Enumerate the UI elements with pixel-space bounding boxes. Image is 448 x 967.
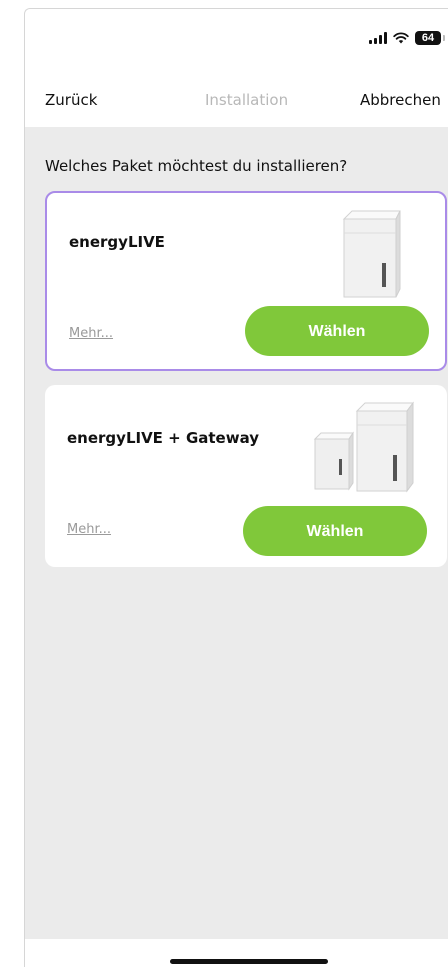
back-button[interactable]: Zurück [45,91,97,109]
package-title: energyLIVE + Gateway [67,429,260,447]
package-card-energylive-gateway[interactable]: energyLIVE + Gateway Mehr... Wählen [45,385,447,567]
home-indicator[interactable] [170,959,328,964]
page-title: Installation [205,91,289,109]
header: 64 Zurück Installation Abbrechen [25,9,448,127]
signal-icon [369,32,387,44]
navigation-bar: Zurück Installation Abbrechen [25,91,448,115]
more-link[interactable]: Mehr... [67,522,111,537]
package-card-energylive[interactable]: energyLIVE Mehr... Wählen [45,191,447,371]
wifi-icon [393,32,409,44]
question-heading: Welches Paket möchtest du installieren? [45,157,348,175]
more-link[interactable]: Mehr... [69,326,113,341]
cancel-button[interactable]: Abbrechen [360,91,441,109]
app-screen: 64 Zurück Installation Abbrechen Welches… [24,8,448,967]
energylive-device-image [342,210,401,298]
choose-button[interactable]: Wählen [245,306,429,356]
energylive-gateway-device-image [313,401,414,493]
package-title: energyLIVE [69,233,165,251]
status-bar: 64 [369,31,445,45]
choose-button[interactable]: Wählen [243,506,427,556]
battery-icon: 64 [415,31,445,45]
